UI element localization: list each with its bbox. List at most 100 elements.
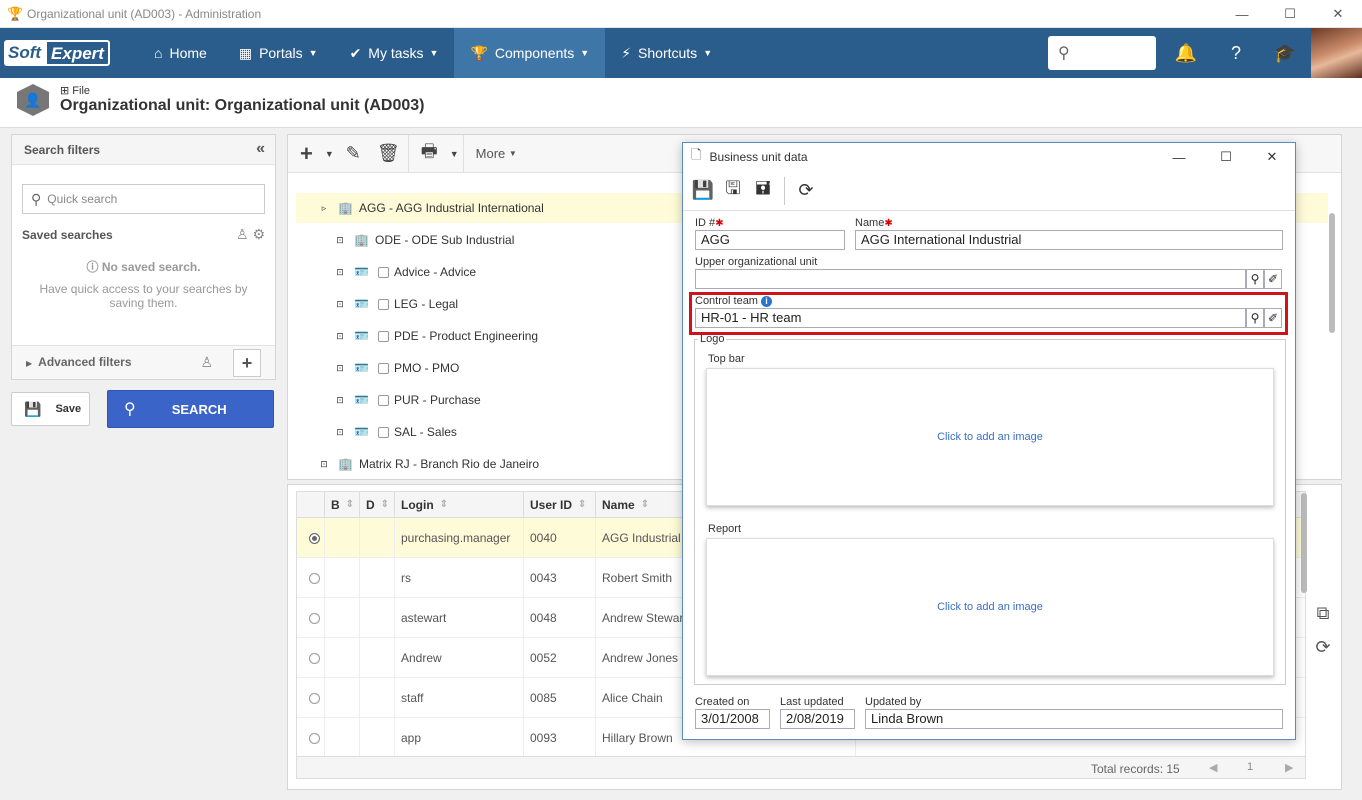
grid-header-user-id[interactable]: User ID ⇕ <box>524 492 596 518</box>
tree-checkbox[interactable] <box>378 394 389 406</box>
top-bar-image-dropzone[interactable]: Click to add an image <box>706 368 1274 506</box>
search-icon: ⚲ <box>1058 45 1070 62</box>
maximize-icon[interactable]: ☐ <box>1266 0 1314 28</box>
refresh-icon[interactable]: ⟳ <box>791 176 821 206</box>
grid-header-d[interactable]: D ⇕ <box>360 492 395 518</box>
row-radio[interactable] <box>309 692 320 704</box>
dialog-minimize-icon[interactable]: — <box>1156 143 1202 171</box>
prev-page-icon[interactable]: ◀ <box>1209 761 1217 774</box>
next-page-icon[interactable]: ▶ <box>1285 761 1293 774</box>
tree-node[interactable]: ⊡ 🏢 Matrix RJ - Branch Rio de Janeiro <box>288 449 688 479</box>
broom-icon[interactable]: ♙ <box>236 226 249 242</box>
tree-node[interactable]: ⊡ 🪪 PDE - Product Engineering <box>288 321 688 351</box>
tree-node[interactable]: ⊡ 🪪 PMO - PMO <box>288 353 688 383</box>
name-field[interactable]: AGG International Industrial <box>855 230 1283 250</box>
search-button[interactable]: ⚲ SEARCH <box>107 390 274 428</box>
tree-scrollbar[interactable] <box>1329 213 1335 333</box>
nav-home[interactable]: ⌂ Home <box>138 28 223 78</box>
tree-node[interactable]: ⊡ 🪪 PUR - Purchase <box>288 385 688 415</box>
nav-shortcuts[interactable]: ⚡ Shortcuts ▼ <box>605 28 728 78</box>
save-new-icon[interactable]: 💾 <box>688 176 718 206</box>
header-login-label: Login <box>401 497 434 512</box>
grid-scrollbar[interactable] <box>1301 493 1307 593</box>
avatar[interactable] <box>1311 28 1362 78</box>
tree-checkbox[interactable] <box>378 362 389 374</box>
collapse-square-icon[interactable]: ⊡ <box>318 459 330 470</box>
grid-header-login[interactable]: Login ⇕ <box>395 492 524 518</box>
org-building-icon: 🏢 <box>338 457 353 471</box>
cell-empty <box>360 638 395 678</box>
upper-unit-clear-button[interactable]: ✐ <box>1264 269 1282 289</box>
tree-node[interactable]: ⊡ 🏢 ODE - ODE Sub Industrial <box>288 225 688 255</box>
dialog-title: Business unit data <box>709 150 808 164</box>
collapse-square-icon[interactable]: ⊡ <box>334 331 346 342</box>
bolt-icon: ⚡ <box>621 44 632 61</box>
row-radio[interactable] <box>309 572 320 584</box>
advanced-filters[interactable]: ▶ Advanced filters ♙ + <box>12 345 275 379</box>
collapse-square-icon[interactable]: ⊡ <box>334 299 346 310</box>
sort-icon: ⇕ <box>345 499 355 510</box>
view-window-icon[interactable]: ⧉ <box>1309 603 1337 633</box>
row-radio[interactable] <box>309 612 320 624</box>
bell-icon[interactable]: 🔔 <box>1171 38 1201 68</box>
save-close-icon[interactable]: 🖬 <box>748 176 778 206</box>
nav-search-input[interactable]: ⚲ <box>1048 36 1156 70</box>
name-label-text: Name <box>855 217 885 229</box>
tree-node[interactable]: ⊡ 🪪 Advice - Advice <box>288 257 688 287</box>
expand-icon[interactable]: ▹ <box>318 203 330 214</box>
row-radio[interactable] <box>309 532 320 544</box>
tree-checkbox[interactable] <box>378 426 389 438</box>
nav-my-tasks[interactable]: ✔ My tasks ▼ <box>334 28 455 78</box>
page-title: Organizational unit: Organizational unit… <box>60 97 425 114</box>
gear-icon[interactable]: ⚙ <box>252 226 265 242</box>
broom-icon[interactable]: ♙ <box>200 354 213 371</box>
collapse-square-icon[interactable]: ⊡ <box>334 235 346 246</box>
tree-node[interactable]: ⊡ 🪪 SAL - Sales <box>288 417 688 447</box>
collapse-square-icon[interactable]: ⊡ <box>334 395 346 406</box>
print-dropdown[interactable]: ▼ <box>446 135 463 173</box>
updated-by-field: Linda Brown <box>865 709 1283 729</box>
grid-header-b[interactable]: B ⇕ <box>325 492 360 518</box>
report-image-dropzone[interactable]: Click to add an image <box>706 538 1274 676</box>
print-button[interactable]: 🖶 <box>409 135 446 173</box>
collapse-square-icon[interactable]: ⊡ <box>334 363 346 374</box>
row-select-cell <box>297 518 325 558</box>
softexpert-logo[interactable]: Soft Expert <box>4 38 130 68</box>
tree-node-label: ODE - ODE Sub Industrial <box>375 233 515 247</box>
add-button[interactable]: + <box>288 135 321 173</box>
more-button[interactable]: More ▼ <box>464 135 529 173</box>
required-icon: ✱ <box>715 218 724 229</box>
pencil-icon: ✎ <box>345 143 361 163</box>
refresh-icon[interactable]: ⟳ <box>1309 637 1337 667</box>
dialog-close-icon[interactable]: ✕ <box>1249 143 1295 171</box>
collapse-icon[interactable]: « <box>256 140 265 158</box>
help-icon[interactable]: ? <box>1221 38 1251 68</box>
dialog-maximize-icon[interactable]: ☐ <box>1203 143 1249 171</box>
save-search-button[interactable]: 💾 Save <box>11 392 90 426</box>
graduation-cap-icon[interactable]: 🎓 <box>1270 38 1300 68</box>
page-number[interactable]: 1 <box>1247 761 1253 773</box>
save-icon[interactable]: 🖫 <box>718 176 748 206</box>
id-field[interactable]: AGG <box>695 230 845 250</box>
tree-checkbox[interactable] <box>378 298 389 310</box>
upper-unit-search-button[interactable]: ⚲ <box>1246 269 1264 289</box>
header-b-label: B <box>331 497 340 512</box>
close-icon[interactable]: ✕ <box>1314 0 1362 28</box>
collapse-square-icon[interactable]: ⊡ <box>334 427 346 438</box>
nav-components[interactable]: 🏆 Components ▼ <box>454 28 606 78</box>
quick-search-input[interactable]: ⚲ Quick search <box>22 184 265 214</box>
row-radio[interactable] <box>309 732 320 744</box>
minimize-icon[interactable]: — <box>1218 0 1266 28</box>
edit-button[interactable]: ✎ <box>338 135 369 173</box>
row-radio[interactable] <box>309 652 320 664</box>
collapse-square-icon[interactable]: ⊡ <box>334 267 346 278</box>
tree-checkbox[interactable] <box>378 330 389 342</box>
add-filter-button[interactable]: + <box>233 349 261 377</box>
tree-checkbox[interactable] <box>378 266 389 278</box>
tree-node[interactable]: ⊡ 🪪 LEG - Legal <box>288 289 688 319</box>
add-dropdown[interactable]: ▼ <box>321 135 338 173</box>
nav-portals[interactable]: ▦ Portals ▼ <box>223 28 334 78</box>
upper-unit-field[interactable] <box>695 269 1246 289</box>
file-menu[interactable]: ⊞ File <box>60 84 90 97</box>
delete-button[interactable]: 🗑 <box>369 135 408 173</box>
